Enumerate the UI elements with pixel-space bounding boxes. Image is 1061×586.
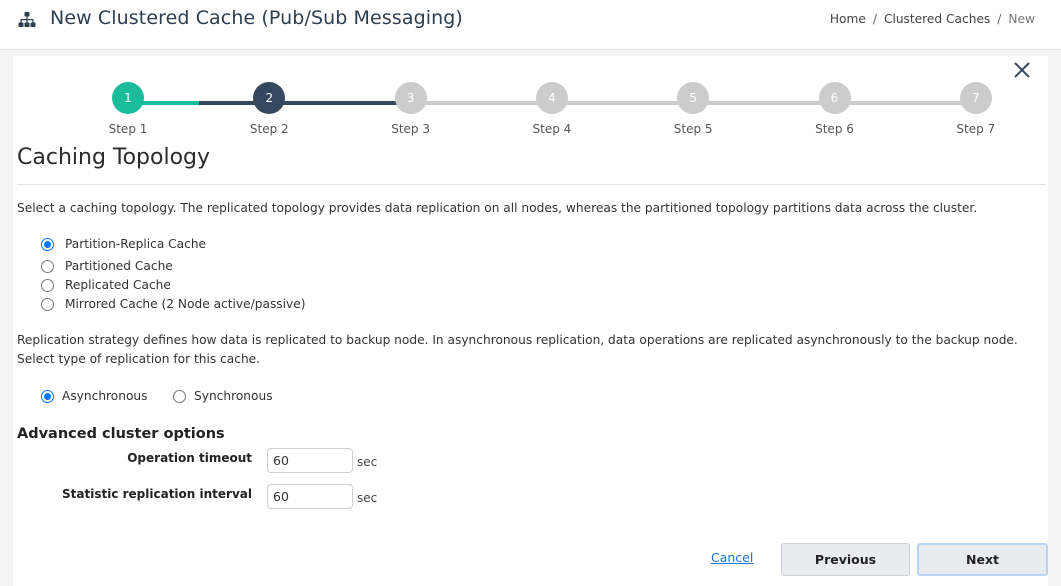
statistic-interval-input[interactable]	[267, 484, 353, 509]
radio-button[interactable]	[41, 389, 54, 403]
step-label-1: Step 1	[108, 122, 148, 136]
wizard-stepper: 1 Step 1 2 Step 2 3 Step 3 4 Step 4 5 Step 5 6 Step…	[0, 0, 1061, 140]
cancel-link[interactable]: Cancel	[711, 550, 753, 565]
radio-button[interactable]	[41, 297, 54, 311]
radio-label: Mirrored Cache (2 Node active/passive)	[65, 297, 306, 311]
step-label-3: Step 3	[391, 122, 430, 136]
divider	[17, 184, 1046, 185]
step-circle-4[interactable]: 4	[535, 82, 568, 114]
previous-button[interactable]: Previous	[781, 543, 910, 576]
advanced-options-title: Advanced cluster options	[17, 426, 225, 442]
step-label-2: Step 2	[249, 122, 289, 136]
section-title: Caching Topology	[17, 145, 211, 170]
step-circle-6[interactable]: 6	[818, 82, 851, 114]
topology-description: Select a caching topology. The replicate…	[17, 201, 978, 215]
operation-timeout-label: Operation timeout	[127, 451, 252, 465]
radio-button[interactable]	[41, 237, 54, 251]
step-circle-1[interactable]: 1	[112, 82, 144, 114]
radio-label: Partition-Replica Cache	[65, 237, 207, 251]
statistic-interval-label: Statistic replication interval	[62, 487, 252, 501]
step-circle-3[interactable]: 3	[394, 82, 427, 114]
replication-description: Replication strategy defines how data is…	[17, 333, 1018, 366]
radio-partitioned[interactable]: Partitioned Cache	[41, 259, 173, 273]
radio-button[interactable]	[173, 389, 186, 403]
operation-timeout-unit: sec	[357, 455, 378, 469]
radio-asynchronous[interactable]: Asynchronous	[41, 389, 148, 403]
step-label-7: Step 7	[956, 122, 996, 136]
step-label-4: Step 4	[532, 122, 572, 136]
statistic-interval-unit: sec	[357, 491, 378, 505]
step-label-6: Step 6	[815, 122, 854, 136]
radio-label: Synchronous	[194, 389, 273, 403]
step-label-5: Step 5	[673, 122, 713, 136]
step-circle-2[interactable]: 2	[253, 82, 286, 114]
radio-label: Asynchronous	[62, 389, 148, 403]
radio-button[interactable]	[41, 278, 54, 292]
operation-timeout-input[interactable]	[267, 448, 353, 473]
radio-replicated[interactable]: Replicated Cache	[41, 278, 171, 292]
radio-mirrored[interactable]: Mirrored Cache (2 Node active/passive)	[41, 297, 306, 311]
radio-partition-replica[interactable]: Partition-Replica Cache	[41, 237, 206, 251]
step-circle-7[interactable]: 7	[959, 82, 992, 114]
radio-label: Replicated Cache	[65, 278, 171, 292]
next-button[interactable]: Next	[917, 543, 1048, 576]
radio-label: Partitioned Cache	[65, 259, 173, 273]
step-circle-5[interactable]: 5	[677, 82, 710, 114]
radio-synchronous[interactable]: Synchronous	[173, 389, 273, 403]
radio-button[interactable]	[41, 259, 54, 273]
